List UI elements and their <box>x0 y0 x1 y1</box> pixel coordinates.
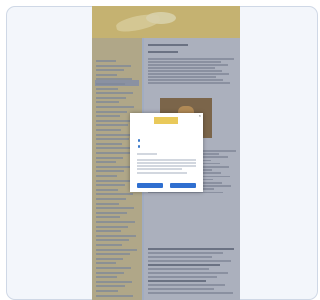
dialog-secondary-button[interactable] <box>170 183 196 188</box>
consent-option-1[interactable] <box>138 139 196 142</box>
dialog-logo <box>154 117 178 124</box>
dialog-body-text <box>137 159 196 161</box>
dialog-body-text <box>137 172 187 174</box>
consent-dialog: × <box>130 113 203 192</box>
dialog-body-text <box>137 168 182 170</box>
dialog-body-text <box>137 165 196 167</box>
close-icon[interactable]: × <box>199 114 201 118</box>
consent-option-2[interactable] <box>138 145 196 148</box>
dialog-divider-text <box>137 153 157 155</box>
dialog-primary-button[interactable] <box>137 183 163 188</box>
radio-selected-icon[interactable] <box>138 139 141 142</box>
dialog-body-text <box>137 162 196 164</box>
dialog-title <box>137 126 196 132</box>
radio-unselected-icon[interactable] <box>138 145 141 148</box>
